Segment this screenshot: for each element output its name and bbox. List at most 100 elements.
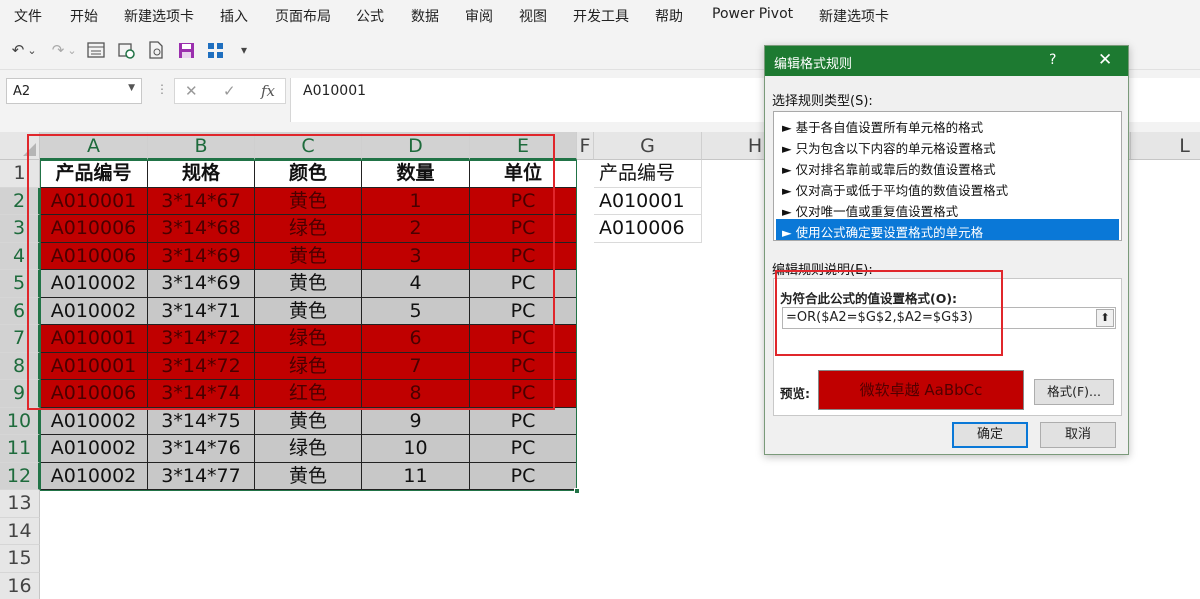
menu-review[interactable]: 审阅 [465, 6, 493, 26]
row-header-6[interactable]: 6 [0, 297, 40, 325]
column-header-e[interactable]: E [470, 132, 577, 160]
quantity-cell[interactable]: 1 [362, 187, 470, 215]
quantity-cell[interactable]: 5 [362, 297, 470, 325]
name-box[interactable]: A2 ▼ [6, 78, 142, 104]
customize-toolbar-icon[interactable]: ▾ [232, 38, 256, 62]
product-code-cell[interactable]: A010002 [40, 270, 148, 298]
rule-type-item[interactable]: ► 只为包含以下内容的单元格设置格式 [776, 135, 1119, 156]
cancel-button[interactable]: 取消 [1040, 422, 1116, 448]
row-header-13[interactable]: 13 [0, 490, 40, 518]
spec-cell[interactable]: 3*14*68 [148, 215, 255, 243]
product-code-cell[interactable]: A010001 [40, 352, 148, 380]
product-code-cell[interactable]: A010001 [40, 187, 148, 215]
unit-cell[interactable]: PC [470, 380, 577, 408]
column-header-l[interactable]: L [1131, 132, 1200, 160]
column-header-a[interactable]: A [40, 132, 148, 160]
color-cell[interactable]: 黄色 [255, 270, 362, 298]
format-button[interactable]: 格式(F)... [1034, 379, 1114, 405]
row-header-5[interactable]: 5 [0, 270, 40, 298]
row-header-1[interactable]: 1 [0, 160, 40, 188]
table-header-cell[interactable]: 单位 [470, 160, 577, 188]
color-cell[interactable]: 绿色 [255, 435, 362, 463]
spec-cell[interactable]: 3*14*76 [148, 435, 255, 463]
rule-type-item[interactable]: ► 仅对唯一值或重复值设置格式 [776, 198, 1119, 219]
rule-formula-input[interactable]: =OR($A2=$G$2,$A2=$G$3) ⬆ [782, 307, 1116, 329]
row-header-16[interactable]: 16 [0, 572, 40, 599]
row-header-7[interactable]: 7 [0, 325, 40, 353]
menu-power-pivot[interactable]: Power Pivot [712, 6, 793, 22]
quantity-cell[interactable]: 3 [362, 242, 470, 270]
color-cell[interactable]: 绿色 [255, 215, 362, 243]
color-cell[interactable]: 红色 [255, 380, 362, 408]
cancel-icon[interactable]: ✕ [185, 82, 198, 100]
product-code-cell[interactable]: A010006 [40, 380, 148, 408]
product-code-cell[interactable]: A010006 [40, 215, 148, 243]
row-header-9[interactable]: 9 [0, 380, 40, 408]
spec-cell[interactable]: 3*14*72 [148, 352, 255, 380]
unit-cell[interactable]: PC [470, 352, 577, 380]
collapse-dialog-icon[interactable]: ⬆ [1096, 309, 1114, 327]
color-cell[interactable]: 黄色 [255, 462, 362, 490]
print-preview-icon[interactable] [144, 38, 168, 62]
product-code-cell[interactable]: A010002 [40, 297, 148, 325]
product-code-cell[interactable]: A010002 [40, 407, 148, 435]
unit-cell[interactable]: PC [470, 435, 577, 463]
column-header-f[interactable]: F [577, 132, 594, 160]
quantity-cell[interactable]: 10 [362, 435, 470, 463]
unit-cell[interactable]: PC [470, 187, 577, 215]
row-header-4[interactable]: 4 [0, 242, 40, 270]
spec-cell[interactable]: 3*14*67 [148, 187, 255, 215]
table-header-cell[interactable]: 颜色 [255, 160, 362, 188]
close-icon[interactable]: ✕ [1098, 50, 1112, 70]
name-box-dropdown-icon[interactable]: ▼ [128, 83, 135, 93]
table-header-cell[interactable]: 数量 [362, 160, 470, 188]
menu-help[interactable]: 帮助 [655, 6, 683, 26]
row-header-3[interactable]: 3 [0, 215, 40, 243]
form-icon[interactable] [84, 38, 108, 62]
unit-cell[interactable]: PC [470, 462, 577, 490]
quantity-cell[interactable]: 7 [362, 352, 470, 380]
refresh-icon[interactable] [114, 38, 138, 62]
select-all-corner[interactable] [0, 132, 40, 160]
fx-icon[interactable]: fx [261, 82, 275, 100]
unit-cell[interactable]: PC [470, 242, 577, 270]
color-cell[interactable]: 黄色 [255, 407, 362, 435]
row-header-15[interactable]: 15 [0, 545, 40, 573]
lookup-value-cell-g2[interactable]: A010001 [594, 187, 702, 215]
spec-cell[interactable]: 3*14*74 [148, 380, 255, 408]
quantity-cell[interactable]: 11 [362, 462, 470, 490]
row-header-10[interactable]: 10 [0, 407, 40, 435]
color-cell[interactable]: 绿色 [255, 352, 362, 380]
spec-cell[interactable]: 3*14*75 [148, 407, 255, 435]
menu-new-tab[interactable]: 新建选项卡 [124, 6, 194, 26]
save-icon[interactable] [174, 38, 198, 62]
spec-cell[interactable]: 3*14*72 [148, 325, 255, 353]
color-cell[interactable]: 绿色 [255, 325, 362, 353]
column-header-b[interactable]: B [148, 132, 255, 160]
color-cell[interactable]: 黄色 [255, 297, 362, 325]
product-code-cell[interactable]: A010002 [40, 462, 148, 490]
table-header-cell[interactable]: 产品编号 [40, 160, 148, 188]
rule-type-item[interactable]: ► 基于各自值设置所有单元格的格式 [776, 114, 1119, 135]
row-header-2[interactable]: 2 [0, 187, 40, 215]
quantity-cell[interactable]: 4 [362, 270, 470, 298]
rule-type-item-selected[interactable]: ► 使用公式确定要设置格式的单元格 [776, 219, 1119, 240]
menu-insert[interactable]: 插入 [220, 6, 248, 26]
spec-cell[interactable]: 3*14*77 [148, 462, 255, 490]
menu-new-tab-2[interactable]: 新建选项卡 [819, 6, 889, 26]
lookup-header-cell[interactable]: 产品编号 [594, 160, 702, 188]
column-header-c[interactable]: C [255, 132, 362, 160]
product-code-cell[interactable]: A010001 [40, 325, 148, 353]
help-icon[interactable]: ? [1049, 52, 1056, 68]
row-header-14[interactable]: 14 [0, 517, 40, 545]
unit-cell[interactable]: PC [470, 407, 577, 435]
confirm-icon[interactable]: ✓ [223, 82, 236, 100]
row-header-12[interactable]: 12 [0, 462, 40, 490]
quantity-cell[interactable]: 6 [362, 325, 470, 353]
color-cell[interactable]: 黄色 [255, 187, 362, 215]
fill-handle[interactable] [574, 488, 580, 494]
spec-cell[interactable]: 3*14*71 [148, 297, 255, 325]
product-code-cell[interactable]: A010002 [40, 435, 148, 463]
unit-cell[interactable]: PC [470, 215, 577, 243]
rule-type-item[interactable]: ► 仅对高于或低于平均值的数值设置格式 [776, 177, 1119, 198]
